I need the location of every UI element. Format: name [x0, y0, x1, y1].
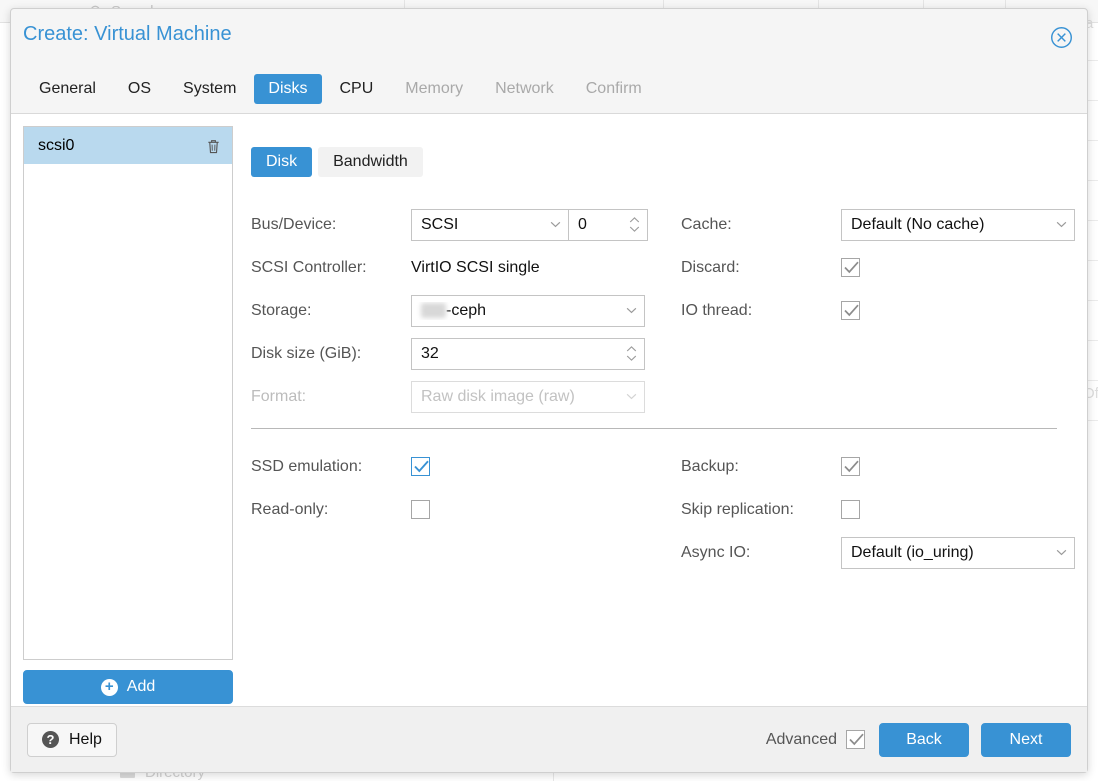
field-row-backup: Backup:	[681, 445, 1098, 488]
tab-memory: Memory	[405, 80, 464, 97]
disk-size-label: Disk size (GiB):	[251, 344, 362, 362]
chevron-down-icon	[1048, 549, 1074, 556]
subtab-bandwidth[interactable]: Bandwidth	[318, 147, 423, 177]
dialog-footer: ? Help Advanced Back Next	[11, 706, 1087, 772]
subtab-disk[interactable]: Disk	[251, 147, 313, 177]
field-row-cache: Cache: Default (No cache)	[681, 203, 1098, 246]
redacted-storage-prefix	[421, 303, 446, 318]
backup-checkbox[interactable]	[841, 457, 860, 476]
back-button[interactable]: Back	[879, 722, 969, 757]
tab-network: Network	[495, 80, 554, 97]
form-column-left: Bus/Device: SCSI 0 SCSI Controller: Virt…	[251, 203, 675, 418]
format-label: Format:	[251, 387, 307, 405]
ssd-emulation-checkbox[interactable]	[411, 457, 430, 476]
scsi-controller-value: VirtIO SCSI single	[411, 258, 540, 276]
trash-icon[interactable]	[206, 138, 221, 154]
next-button[interactable]: Next	[981, 722, 1071, 757]
disk-settings-panel: Disk Bandwidth Bus/Device: SCSI 0 SCSI C…	[233, 114, 1087, 706]
async-io-label: Async IO:	[681, 543, 751, 561]
field-row-storage: Storage: -ceph	[251, 289, 675, 332]
device-list-panel: scsi0 + Add	[11, 114, 233, 706]
advanced-toggle[interactable]: Advanced	[766, 730, 865, 749]
plus-circle-icon: +	[100, 678, 118, 696]
scsi-controller-label: SCSI Controller:	[251, 258, 367, 276]
disk-subtabs: Disk Bandwidth	[251, 147, 1065, 177]
help-button-label: Help	[69, 730, 102, 748]
form-column-left-advanced: SSD emulation: Read-only:	[251, 445, 675, 574]
wizard-tabs: General OS System Disks CPU Memory Netwo…	[11, 65, 1087, 114]
bus-select-value: SCSI	[421, 215, 459, 233]
skip-replication-checkbox[interactable]	[841, 500, 860, 519]
add-disk-button[interactable]: + Add	[23, 670, 233, 704]
device-index-stepper[interactable]: 0	[569, 208, 648, 241]
cache-select[interactable]: Default (No cache)	[841, 208, 1075, 241]
field-row-disk-size: Disk size (GiB): 32	[251, 332, 675, 375]
field-row-io-thread: IO thread:	[681, 289, 1098, 332]
cache-label: Cache:	[681, 215, 732, 233]
async-io-select[interactable]: Default (io_uring)	[841, 536, 1075, 569]
device-label: scsi0	[38, 136, 75, 154]
tab-confirm: Confirm	[585, 80, 642, 97]
field-row-async-io: Async IO: Default (io_uring)	[681, 531, 1098, 574]
read-only-label: Read-only:	[251, 500, 329, 518]
footer-actions: Advanced Back Next	[766, 722, 1071, 757]
storage-label: Storage:	[251, 301, 312, 319]
field-row-scsi-controller: SCSI Controller: VirtIO SCSI single	[251, 246, 675, 289]
tab-disks[interactable]: Disks	[254, 74, 322, 104]
advanced-checkbox[interactable]	[846, 730, 865, 749]
read-only-checkbox[interactable]	[411, 500, 430, 519]
chevron-down-icon	[542, 221, 568, 228]
io-thread-checkbox[interactable]	[841, 301, 860, 320]
help-button[interactable]: ? Help	[27, 722, 117, 757]
ssd-emulation-label: SSD emulation:	[251, 457, 363, 475]
close-icon[interactable]	[1050, 26, 1073, 49]
tab-general[interactable]: General	[25, 74, 110, 104]
disk-size-value: 32	[421, 344, 439, 362]
io-thread-label: IO thread:	[681, 301, 753, 319]
disk-form: Bus/Device: SCSI 0 SCSI Controller: Virt…	[251, 203, 1075, 418]
bus-device-label: Bus/Device:	[251, 215, 337, 233]
question-circle-icon: ?	[42, 731, 59, 748]
advanced-label: Advanced	[765, 730, 837, 748]
chevron-down-icon	[618, 307, 644, 314]
format-select: Raw disk image (raw)	[411, 380, 645, 413]
async-io-select-value: Default (io_uring)	[851, 543, 974, 561]
list-item-scsi0[interactable]: scsi0	[24, 127, 232, 164]
device-list: scsi0	[23, 126, 233, 660]
field-row-skip-replication: Skip replication:	[681, 488, 1098, 531]
tab-cpu[interactable]: CPU	[326, 74, 388, 104]
tab-system[interactable]: System	[169, 74, 250, 104]
chevron-down-icon	[618, 393, 644, 400]
device-index-value: 0	[578, 215, 587, 233]
disk-size-stepper[interactable]: 32	[411, 337, 645, 370]
stepper-arrows-icon[interactable]	[618, 346, 644, 361]
form-column-right: Cache: Default (No cache) Discard: IO th…	[681, 203, 1098, 418]
disk-form-advanced: SSD emulation: Read-only: Backup: Skip r…	[251, 445, 1075, 574]
cache-select-value: Default (No cache)	[851, 215, 985, 233]
section-divider	[251, 428, 1057, 429]
bus-select[interactable]: SCSI	[411, 208, 569, 241]
field-row-read-only: Read-only:	[251, 488, 675, 531]
form-column-right-advanced: Backup: Skip replication: Async IO: Defa…	[681, 445, 1098, 574]
storage-select-value: -ceph	[446, 301, 487, 319]
dialog-title: Create: Virtual Machine	[23, 23, 232, 45]
discard-label: Discard:	[681, 258, 740, 276]
storage-select[interactable]: -ceph	[411, 294, 645, 327]
field-row-ssd-emulation: SSD emulation:	[251, 445, 675, 488]
backup-label: Backup:	[681, 457, 739, 475]
field-row-format: Format: Raw disk image (raw)	[251, 375, 675, 418]
field-row-bus-device: Bus/Device: SCSI 0	[251, 203, 675, 246]
skip-replication-label: Skip replication:	[681, 500, 794, 518]
format-select-value: Raw disk image (raw)	[421, 387, 575, 405]
create-vm-dialog: Create: Virtual Machine General OS Syste…	[10, 8, 1088, 773]
field-row-discard: Discard:	[681, 246, 1098, 289]
discard-checkbox[interactable]	[841, 258, 860, 277]
chevron-down-icon	[1048, 221, 1074, 228]
dialog-header: Create: Virtual Machine	[11, 9, 1087, 65]
tab-os[interactable]: OS	[114, 74, 165, 104]
stepper-arrows-icon[interactable]	[621, 217, 647, 232]
add-button-label: Add	[126, 678, 156, 695]
dialog-body: scsi0 + Add Disk Bandwidth Bus/Device: S…	[11, 114, 1087, 706]
